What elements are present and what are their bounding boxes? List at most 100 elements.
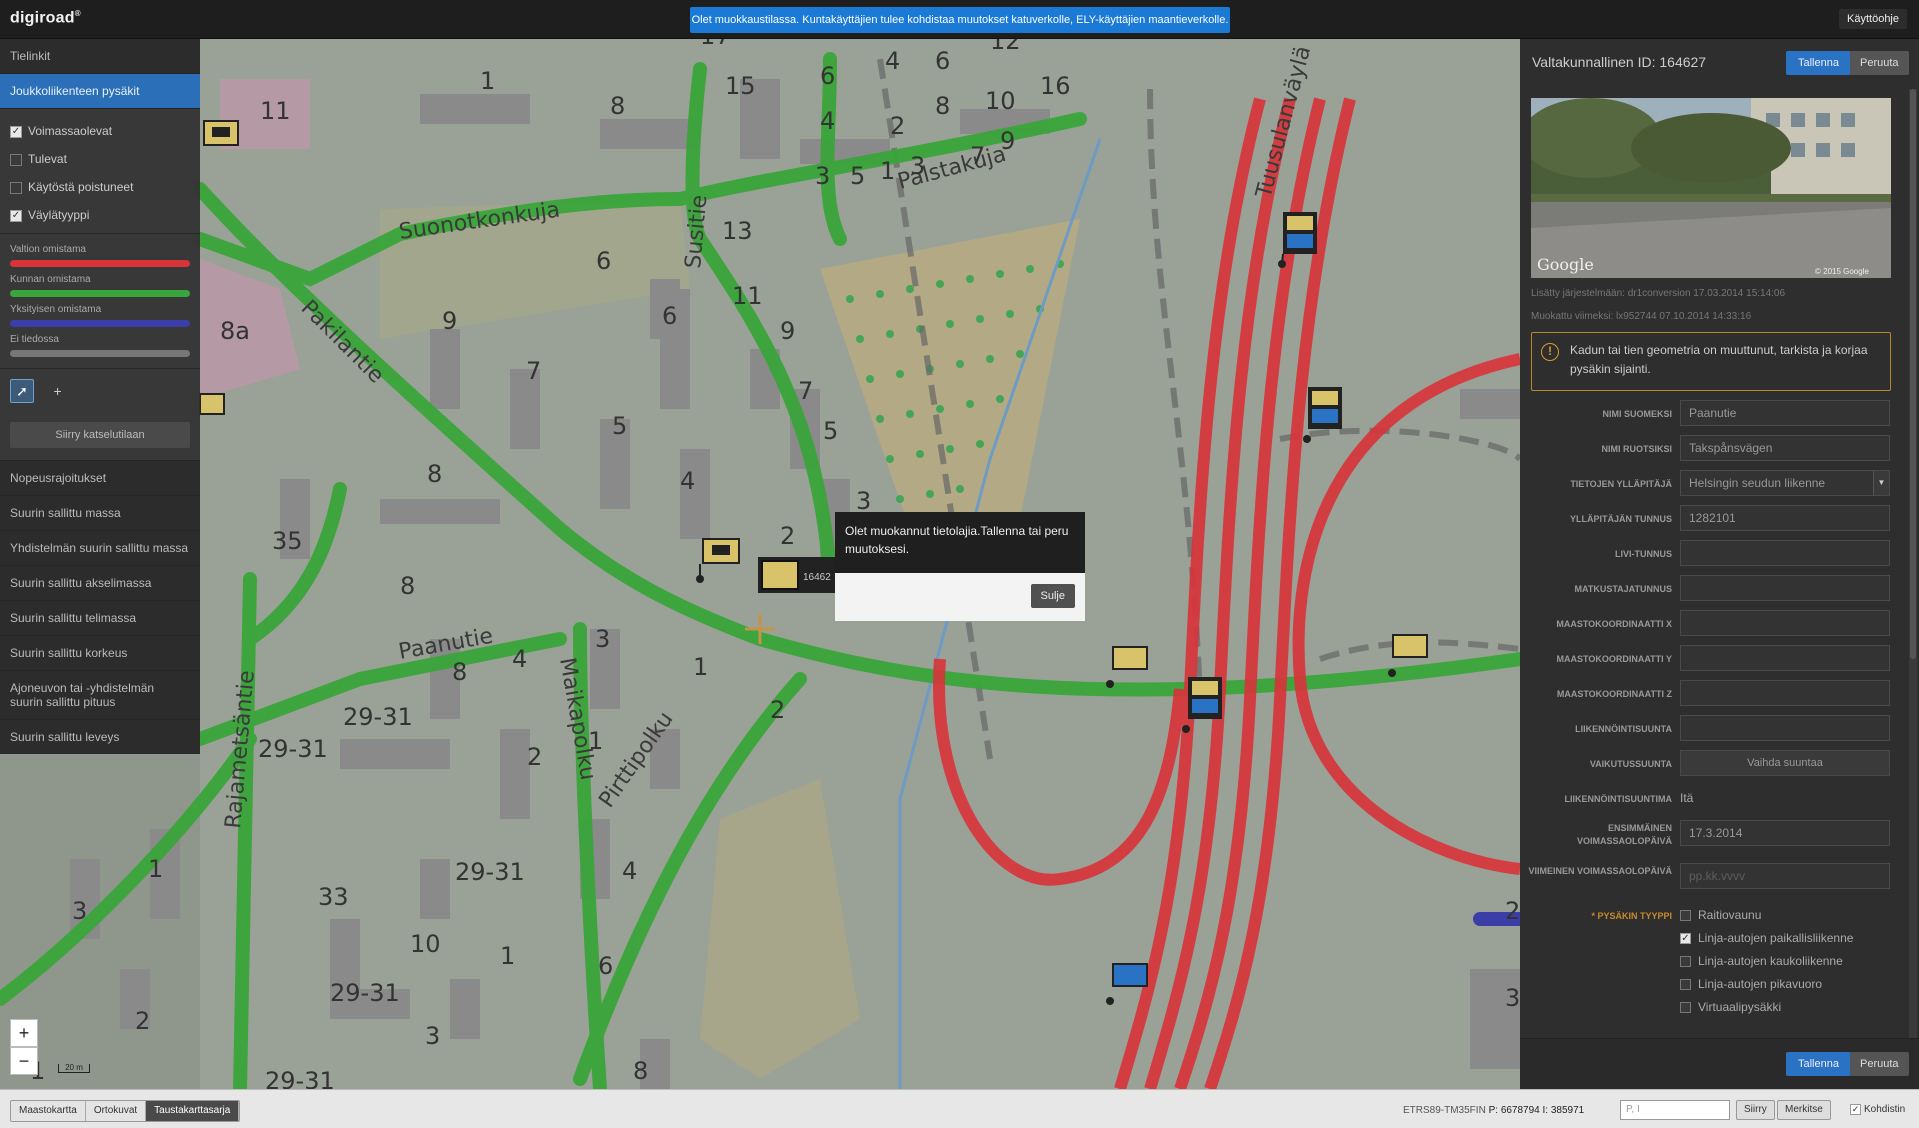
filter-valid[interactable]: ✓ Voimassaolevat [0, 117, 200, 145]
bus-stop-marker-selected[interactable]: 16462 [758, 557, 836, 593]
scrollbar-thumb[interactable] [1910, 89, 1916, 659]
cancel-button-bottom[interactable]: Peruuta [1850, 1052, 1909, 1076]
row-stop-type: * PYSÄKIN TYYPPI Raitiovaunu ✓ Linja-auto… [1520, 908, 1900, 1014]
filter-label: Tulevat [28, 152, 67, 166]
switch-to-view-mode-button[interactable]: Siirry katselutilaan [10, 422, 190, 448]
cancel-button[interactable]: Peruuta [1850, 51, 1909, 75]
digiroad-logo[interactable]: digiroad® [10, 9, 81, 27]
first-valid-date-input[interactable]: 17.3.2014 [1680, 820, 1890, 846]
stop-type-express-bus[interactable]: Linja-autojen pikavuoro [1680, 977, 1822, 991]
basemap-background[interactable]: Taustakarttasarja [146, 1101, 240, 1121]
house-number: 29-31 [330, 979, 400, 1007]
legend-label: Valtion omistama [10, 244, 86, 255]
save-button-bottom[interactable]: Tallenna [1786, 1052, 1851, 1076]
row-direction-name: LIIKENNÖINTISUUNTIMA Itä [1520, 785, 1900, 813]
checkbox-icon[interactable] [1680, 979, 1691, 991]
layer-max-width[interactable]: Suurin sallittu leveys [0, 719, 200, 754]
zoom-out-button[interactable]: − [10, 1047, 38, 1075]
filter-upcoming[interactable]: Tulevat [0, 145, 200, 173]
legend-swatch-unknown [10, 350, 190, 357]
tab-bus-stops[interactable]: Joukkoliikenteen pysäkit [0, 74, 200, 109]
map-canvas[interactable]: Suonotkonkuja Palstakuja Susitie Pakilan… [0, 39, 1520, 1089]
layer-speed-limits[interactable]: Nopeusrajoitukset [0, 460, 200, 495]
checkbox-icon[interactable]: ✓ [10, 125, 22, 138]
stop-type-long-distance-bus[interactable]: Linja-autojen kaukoliikenne [1680, 954, 1843, 968]
direction-input[interactable] [1680, 715, 1890, 741]
name-sv-input[interactable]: Takspånsvägen [1680, 435, 1890, 461]
go-button[interactable]: Siirry [1736, 1100, 1775, 1120]
save-button[interactable]: Tallenna [1786, 51, 1851, 75]
maintainer-id-input[interactable]: 1282101 [1680, 505, 1890, 531]
filter-retired[interactable]: Käytöstä poistuneet [0, 173, 200, 201]
left-panel: Tielinkit Joukkoliikenteen pysäkit ✓ Voim… [0, 39, 200, 754]
layer-max-axle-mass[interactable]: Suurin sallittu akselimassa [0, 565, 200, 600]
field-label: LIIKENNÖINTISUUNTIMA [1564, 794, 1673, 804]
layer-max-length[interactable]: Ajoneuvon tai -yhdistelmän suurin sallit… [0, 670, 200, 719]
stop-type-tram[interactable]: Raitiovaunu [1680, 908, 1761, 922]
house-number: 12 [990, 39, 1021, 55]
stop-details-panel: Valtakunnallinen ID: 164627 Tallenna Per… [1520, 39, 1919, 1089]
mark-button[interactable]: Merkitse [1777, 1100, 1831, 1120]
p-label: P: [1488, 1105, 1499, 1116]
house-number: 4 [885, 47, 900, 75]
checkbox-icon[interactable] [10, 153, 22, 166]
legend-swatch-municipal [10, 290, 190, 297]
coord-z-input[interactable] [1680, 680, 1890, 706]
stop-type-virtual[interactable]: Virtuaalipysäkki [1680, 1000, 1781, 1014]
maintainer-select[interactable]: Helsingin seudun liikenne ▼ [1680, 470, 1890, 496]
stop-type-local-bus[interactable]: ✓ Linja-autojen paikallisliikenne [1680, 931, 1853, 945]
house-number: 1 [588, 727, 603, 755]
checkbox-icon[interactable] [10, 181, 22, 194]
field-label: LIIKENNÖINTISUUNTA [1575, 724, 1672, 734]
filter-label: Väylätyyppi [28, 208, 90, 222]
layer-max-height[interactable]: Suurin sallittu korkeus [0, 635, 200, 670]
checkbox-icon[interactable] [1680, 910, 1691, 922]
close-button[interactable]: Sulje [1030, 584, 1075, 608]
checkbox-icon[interactable] [1680, 1002, 1691, 1014]
chevron-down-icon[interactable]: ▼ [1873, 471, 1889, 495]
change-direction-button[interactable]: Vaihda suuntaa [1680, 750, 1890, 776]
zoom-control: + − [10, 1019, 38, 1075]
last-valid-date-input[interactable]: pp.kk.vvvv [1680, 863, 1890, 889]
bus-stop-marker[interactable] [199, 393, 225, 415]
house-number: 2 [890, 112, 905, 140]
basemap-orthophoto[interactable]: Ortokuvat [85, 1101, 147, 1121]
layer-max-bogie-mass[interactable]: Suurin sallittu telimassa [0, 600, 200, 635]
maintainer-value: Helsingin seudun liikenne [1689, 476, 1826, 490]
checkbox-icon[interactable]: ✓ [1680, 933, 1691, 945]
row-maintainer: TIETOJEN YLLÄPITÄJÄ Helsingin seudun lii… [1520, 470, 1900, 498]
edit-tools: ➚ + [0, 368, 200, 416]
layer-max-mass[interactable]: Suurin sallittu massa [0, 495, 200, 530]
coord-x-input[interactable] [1680, 610, 1890, 636]
coordinate-input[interactable]: P, I [1620, 1100, 1730, 1120]
layer-combination-max-mass[interactable]: Yhdistelmän suurin sallittu massa [0, 530, 200, 565]
plus-icon[interactable]: + [46, 380, 70, 404]
warning-icon: ! [1541, 343, 1559, 361]
zoom-in-button[interactable]: + [10, 1019, 38, 1047]
tab-road-links[interactable]: Tielinkit [0, 39, 200, 74]
help-button[interactable]: Käyttöohje [1839, 9, 1907, 29]
name-fi-input[interactable]: Paanutie [1680, 400, 1890, 426]
field-label: NIMI SUOMEKSI [1602, 409, 1672, 419]
crs-label: ETRS89-TM35FIN [1403, 1105, 1486, 1116]
house-number: 10 [985, 87, 1016, 115]
checkbox-icon[interactable]: ✓ [1850, 1104, 1861, 1115]
bus-stop-marker[interactable] [203, 120, 239, 146]
coord-y-input[interactable] [1680, 645, 1890, 671]
checkbox-icon[interactable] [1680, 956, 1691, 968]
stop-type-label: Linja-autojen kaukoliikenne [1698, 954, 1843, 968]
pointer-icon[interactable]: ➚ [10, 379, 34, 403]
livi-id-input[interactable] [1680, 540, 1890, 566]
i-label: I: [1542, 1105, 1549, 1116]
warning-text: Kadun tai tien geometria on muuttunut, t… [1570, 343, 1868, 376]
crosshair-toggle[interactable]: ✓ Kohdistin [1850, 1104, 1905, 1115]
house-number: 8 [400, 572, 415, 600]
filter-road-type[interactable]: ✓ Väylätyyppi [0, 201, 200, 229]
panel-scrollbar[interactable] [1909, 89, 1917, 1039]
checkbox-icon[interactable]: ✓ [10, 209, 22, 222]
street-view-image[interactable]: Google © 2015 Google [1531, 98, 1891, 278]
basemap-terrain[interactable]: Maastokartta [11, 1101, 86, 1121]
house-number: 4 [622, 857, 637, 885]
traveler-id-input[interactable] [1680, 575, 1890, 601]
house-number: 4 [512, 645, 527, 673]
